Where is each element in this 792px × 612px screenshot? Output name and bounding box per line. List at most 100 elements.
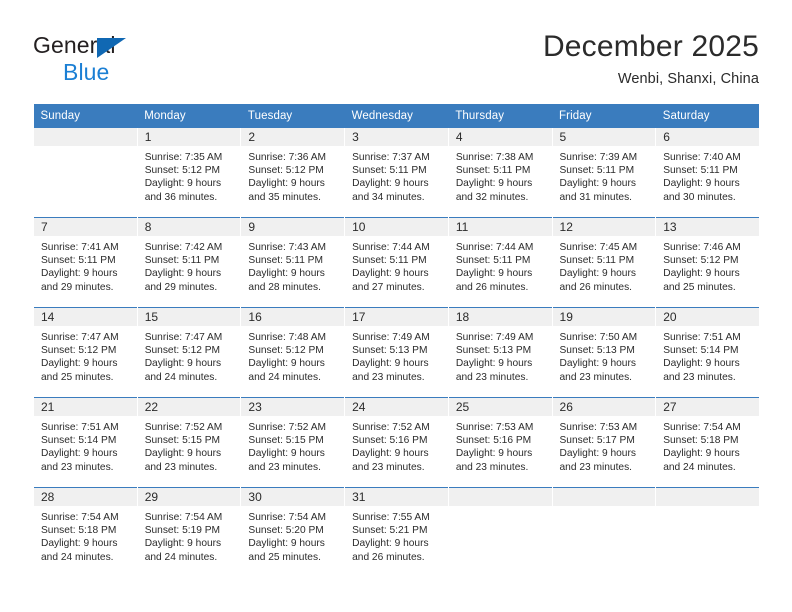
day-number: 6 xyxy=(656,128,760,146)
calendar-day-cell[interactable]: 3 Sunrise: 7:37 AM Sunset: 5:11 PM Daylight… xyxy=(344,127,449,218)
daylight-text-line2: and 24 minutes. xyxy=(41,551,114,563)
sunrise-text: Sunrise: 7:44 AM xyxy=(455,242,534,253)
page-header: General Blue December 2025 Wenbi, Shanxi… xyxy=(0,0,792,100)
daylight-text-line1: Daylight: 9 hours xyxy=(248,358,325,370)
calendar-day-cell[interactable]: 5 Sunrise: 7:39 AM Sunset: 5:11 PM Daylight… xyxy=(551,127,656,218)
daylight-text-line1: Daylight: 9 hours xyxy=(41,358,118,370)
calendar-day-cell[interactable]: 9 Sunrise: 7:43 AM Sunset: 5:11 PM Daylight… xyxy=(240,217,345,308)
calendar-day-cell[interactable]: 13 Sunrise: 7:46 AM Sunset: 5:12 PM Dayligh… xyxy=(655,217,760,308)
calendar-day-cell[interactable]: 18 Sunrise: 7:49 AM Sunset: 5:13 PM Dayligh… xyxy=(447,307,553,398)
logo-text-blue: Blue xyxy=(63,59,110,85)
day-number xyxy=(34,128,137,146)
sunset-text: Sunset: 5:12 PM xyxy=(41,345,117,357)
calendar-day-cell[interactable]: 27 Sunrise: 7:54 AM Sunset: 5:18 PM Dayligh… xyxy=(655,397,760,488)
daylight-text-line1: Daylight: 9 hours xyxy=(248,178,325,190)
sunset-text: Sunset: 5:13 PM xyxy=(352,345,428,357)
sunset-text: Sunset: 5:12 PM xyxy=(248,165,324,177)
day-number: 23 xyxy=(241,398,345,416)
daylight-text-line1: Daylight: 9 hours xyxy=(663,178,740,190)
daylight-text-line2: and 28 minutes. xyxy=(248,281,321,293)
daylight-text-line2: and 23 minutes. xyxy=(352,371,425,383)
daylight-text-line1: Daylight: 9 hours xyxy=(663,358,740,370)
sunset-text: Sunset: 5:11 PM xyxy=(559,165,635,177)
day-number: 1 xyxy=(137,128,241,146)
sunrise-text: Sunrise: 7:51 AM xyxy=(41,422,119,433)
day-sun-info: Sunrise: 7:47 AM Sunset: 5:12 PM Daylight:… xyxy=(138,326,241,384)
daylight-text-line1: Daylight: 9 hours xyxy=(144,178,222,190)
daylight-text-line1: Daylight: 9 hours xyxy=(144,268,222,280)
sunrise-text: Sunrise: 7:53 AM xyxy=(455,422,534,433)
calendar-day-cell[interactable]: 21 Sunrise: 7:51 AM Sunset: 5:14 PM Dayligh… xyxy=(33,397,138,488)
day-number: 15 xyxy=(137,308,241,326)
sunset-text: Sunset: 5:13 PM xyxy=(455,345,532,357)
sunset-text: Sunset: 5:15 PM xyxy=(248,435,324,447)
calendar-day-cell[interactable]: 4 Sunrise: 7:38 AM Sunset: 5:11 PM Daylight… xyxy=(447,127,553,218)
day-sun-info: Sunrise: 7:40 AM Sunset: 5:11 PM Daylight:… xyxy=(656,146,759,204)
calendar-day-cell[interactable]: 20 Sunrise: 7:51 AM Sunset: 5:14 PM Dayligh… xyxy=(655,307,760,398)
calendar-day-cell[interactable]: 19 Sunrise: 7:50 AM Sunset: 5:13 PM Dayligh… xyxy=(551,307,656,398)
calendar-day-cell[interactable]: 8 Sunrise: 7:42 AM Sunset: 5:11 PM Daylight… xyxy=(136,217,241,308)
daylight-text-line1: Daylight: 9 hours xyxy=(455,358,533,370)
calendar-page: General Blue December 2025 Wenbi, Shanxi… xyxy=(0,0,792,612)
daylight-text-line2: and 29 minutes. xyxy=(41,281,114,293)
calendar-day-cell[interactable]: 22 Sunrise: 7:52 AM Sunset: 5:15 PM Dayligh… xyxy=(136,397,241,488)
calendar-day-cell[interactable]: 7 Sunrise: 7:41 AM Sunset: 5:11 PM Daylight… xyxy=(33,217,138,308)
daylight-text-line1: Daylight: 9 hours xyxy=(559,178,636,190)
day-number: 20 xyxy=(656,308,760,326)
calendar-day-cell[interactable]: 2 Sunrise: 7:36 AM Sunset: 5:12 PM Daylight… xyxy=(240,127,345,218)
calendar-day-cell[interactable]: 28 Sunrise: 7:54 AM Sunset: 5:18 PM Dayligh… xyxy=(33,487,138,577)
calendar-day-cell[interactable]: 30 Sunrise: 7:54 AM Sunset: 5:20 PM Dayligh… xyxy=(240,487,345,577)
calendar-day-cell-empty xyxy=(447,487,553,577)
calendar-day-cell[interactable]: 26 Sunrise: 7:53 AM Sunset: 5:17 PM Dayligh… xyxy=(551,397,656,488)
day-number: 26 xyxy=(552,398,656,416)
sunrise-text: Sunrise: 7:50 AM xyxy=(559,332,638,343)
logo-triangle-icon xyxy=(97,38,126,58)
sunrise-text: Sunrise: 7:41 AM xyxy=(41,242,119,253)
weekday-header-monday: Monday xyxy=(137,104,241,128)
calendar-grid: Sunday Monday Tuesday Wednesday Thursday Frid… xyxy=(33,104,760,577)
daylight-text-line2: and 34 minutes. xyxy=(352,191,425,203)
daylight-text-line2: and 26 minutes. xyxy=(559,281,633,293)
calendar-day-cell[interactable]: 25 Sunrise: 7:53 AM Sunset: 5:16 PM Dayligh… xyxy=(447,397,553,488)
daylight-text-line1: Daylight: 9 hours xyxy=(352,538,429,550)
day-sun-info: Sunrise: 7:41 AM Sunset: 5:11 PM Daylight:… xyxy=(34,236,137,294)
weekday-header-thursday: Thursday xyxy=(448,104,553,128)
daylight-text-line2: and 27 minutes. xyxy=(352,281,425,293)
daylight-text-line1: Daylight: 9 hours xyxy=(248,448,325,460)
calendar-day-cell[interactable]: 10 Sunrise: 7:44 AM Sunset: 5:11 PM Dayligh… xyxy=(344,217,449,308)
sunset-text: Sunset: 5:13 PM xyxy=(559,345,635,357)
day-sun-info: Sunrise: 7:47 AM Sunset: 5:12 PM Daylight:… xyxy=(34,326,137,384)
calendar-day-cell[interactable]: 14 Sunrise: 7:47 AM Sunset: 5:12 PM Dayligh… xyxy=(33,307,138,398)
day-sun-info: Sunrise: 7:42 AM Sunset: 5:11 PM Daylight:… xyxy=(138,236,241,294)
day-sun-info: Sunrise: 7:51 AM Sunset: 5:14 PM Daylight:… xyxy=(34,416,137,474)
sunset-text: Sunset: 5:11 PM xyxy=(144,255,220,267)
sunset-text: Sunset: 5:12 PM xyxy=(663,255,739,267)
daylight-text-line1: Daylight: 9 hours xyxy=(559,358,636,370)
sunset-text: Sunset: 5:12 PM xyxy=(248,345,324,357)
sunset-text: Sunset: 5:11 PM xyxy=(455,255,531,267)
generalblue-logo: General Blue xyxy=(33,34,263,86)
calendar-day-cell[interactable]: 11 Sunrise: 7:44 AM Sunset: 5:11 PM Dayligh… xyxy=(447,217,553,308)
day-number: 24 xyxy=(345,398,448,416)
calendar-day-cell[interactable]: 12 Sunrise: 7:45 AM Sunset: 5:11 PM Dayligh… xyxy=(551,217,656,308)
calendar-day-cell[interactable]: 16 Sunrise: 7:48 AM Sunset: 5:12 PM Dayligh… xyxy=(240,307,345,398)
calendar-day-cell[interactable]: 29 Sunrise: 7:54 AM Sunset: 5:19 PM Dayligh… xyxy=(136,487,241,577)
day-number: 9 xyxy=(241,218,345,236)
calendar-body: 1 Sunrise: 7:35 AM Sunset: 5:12 PM Daylight… xyxy=(33,127,760,577)
day-number: 30 xyxy=(241,488,345,506)
sunrise-text: Sunrise: 7:54 AM xyxy=(248,512,326,523)
day-sun-info: Sunrise: 7:54 AM Sunset: 5:18 PM Daylight:… xyxy=(656,416,759,474)
calendar-week-row: 14 Sunrise: 7:47 AM Sunset: 5:12 PM Dayligh… xyxy=(33,307,760,398)
sunrise-text: Sunrise: 7:43 AM xyxy=(248,242,326,253)
calendar-day-cell[interactable]: 17 Sunrise: 7:49 AM Sunset: 5:13 PM Dayligh… xyxy=(344,307,449,398)
calendar-day-cell[interactable]: 23 Sunrise: 7:52 AM Sunset: 5:15 PM Dayligh… xyxy=(240,397,345,488)
sunrise-text: Sunrise: 7:54 AM xyxy=(41,512,119,523)
calendar-day-cell[interactable]: 15 Sunrise: 7:47 AM Sunset: 5:12 PM Dayligh… xyxy=(136,307,241,398)
calendar-day-cell[interactable]: 6 Sunrise: 7:40 AM Sunset: 5:11 PM Daylight… xyxy=(655,127,760,218)
day-sun-info: Sunrise: 7:36 AM Sunset: 5:12 PM Daylight:… xyxy=(241,146,344,204)
calendar-day-cell[interactable]: 24 Sunrise: 7:52 AM Sunset: 5:16 PM Dayligh… xyxy=(344,397,449,488)
weekday-header-wednesday: Wednesday xyxy=(344,104,449,128)
calendar-day-cell[interactable]: 31 Sunrise: 7:55 AM Sunset: 5:21 PM Dayligh… xyxy=(344,487,449,577)
calendar-day-cell[interactable]: 1 Sunrise: 7:35 AM Sunset: 5:12 PM Daylight… xyxy=(136,127,241,218)
day-number: 21 xyxy=(34,398,137,416)
